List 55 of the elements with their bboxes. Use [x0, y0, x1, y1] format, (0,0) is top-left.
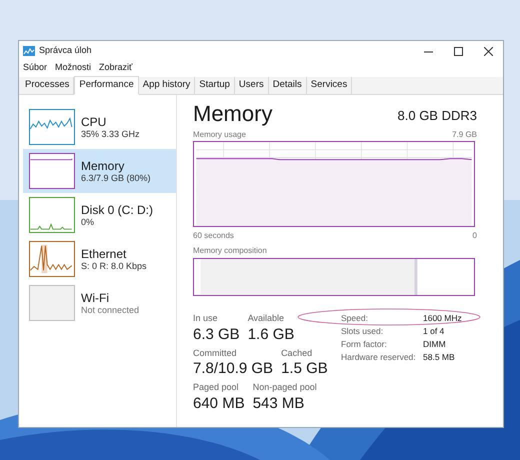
resource-name: Memory	[81, 158, 126, 172]
menu-item[interactable]: Možnosti	[55, 61, 92, 75]
stat-label: In use	[193, 312, 219, 325]
tab[interactable]: Users	[234, 77, 269, 94]
sidebar-item[interactable]: Disk 0 (C: D:) 0%	[23, 193, 176, 237]
sidebar-item[interactable]: CPU 35% 3.33 GHz	[23, 105, 176, 149]
detail-label: Slots used:	[341, 325, 384, 337]
stat-label: Paged pool	[193, 381, 240, 394]
panel-title: Memory	[193, 101, 272, 127]
detail-value: 1 of 4	[423, 325, 444, 337]
resource-detail: 35% 3.33 GHz	[81, 128, 140, 140]
tab[interactable]: Services	[306, 77, 352, 94]
resource-detail: S: 0 R: 8.0 Kbps	[81, 260, 147, 272]
menu-item[interactable]: Súbor	[23, 61, 48, 75]
detail-value: 58.5 MB	[423, 351, 455, 363]
detail-label: Hardware reserved:	[341, 351, 417, 363]
detail-label: Form factor:	[341, 338, 388, 350]
stat-value: 640 MB	[193, 394, 245, 412]
tab[interactable]: App history	[138, 77, 196, 94]
resource-detail: 6.3/7.9 GB (80%)	[81, 172, 151, 184]
tab[interactable]: Details	[268, 77, 307, 94]
stat-label: Non-paged pool	[252, 381, 317, 394]
sidebar-item[interactable]: Wi-Fi Not connected	[23, 281, 176, 325]
tab[interactable]: Startup	[195, 77, 235, 94]
stat-value: 6.3 GB	[193, 326, 240, 344]
chart-max: 7.9 GB	[452, 129, 477, 141]
chart-label: Memory usage	[193, 129, 246, 141]
detail-value: 1600 MHz	[423, 312, 462, 324]
menu-item[interactable]: Zobraziť	[99, 61, 132, 75]
close-icon	[484, 46, 492, 56]
chart-label: Memory composition	[193, 245, 268, 257]
resource-detail: 0%	[81, 216, 96, 228]
app-icon	[23, 46, 35, 56]
window-title: Správca úloh	[39, 44, 92, 58]
stat-value: 1.5 GB	[281, 360, 328, 378]
resource-name: Wi-Fi	[81, 290, 110, 304]
axis-label: 0	[472, 230, 477, 242]
resource-name: Ethernet	[81, 246, 128, 260]
resource-detail: Not connected	[81, 304, 140, 316]
tab[interactable]: Performance	[74, 76, 139, 95]
stat-label: Cached	[281, 346, 314, 360]
sidebar-item[interactable]: Memory 6.3/7.9 GB (80%)	[23, 149, 176, 193]
stat-value: 7.8/10.9 GB	[193, 360, 274, 378]
detail-label: Speed:	[341, 312, 369, 324]
axis-label: 60 seconds	[193, 230, 234, 242]
sidebar-item[interactable]: Ethernet S: 0 R: 8.0 Kbps	[23, 237, 176, 281]
memory-spec: 8.0 GB DDR3	[398, 106, 477, 124]
resource-name: Disk 0 (C: D:)	[81, 202, 153, 216]
stat-value: 1.6 GB	[248, 326, 294, 344]
resource-name: CPU	[81, 114, 108, 128]
stat-label: Available	[248, 312, 286, 325]
detail-value: DIMM	[423, 338, 446, 350]
stat-label: Committed	[193, 346, 238, 360]
stat-value: 543 MB	[252, 394, 306, 412]
maximize-icon	[454, 46, 462, 56]
